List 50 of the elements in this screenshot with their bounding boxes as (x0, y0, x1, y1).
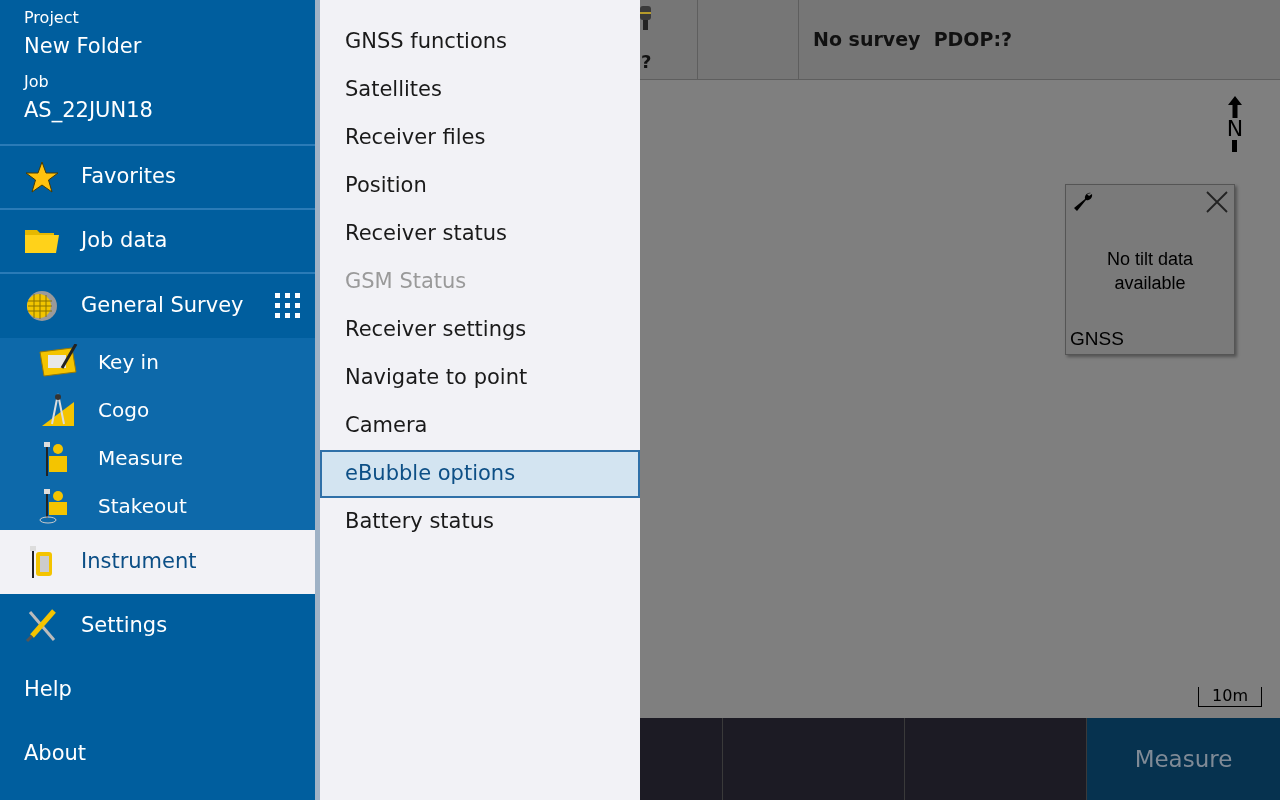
tilt-message: No tilt data available (1105, 248, 1194, 295)
sidebar-item-label: Instrument (81, 548, 197, 576)
sidebar-item[interactable]: General Survey (0, 274, 315, 338)
submenu-item[interactable]: Camera (320, 402, 640, 450)
submenu-item[interactable]: Receiver settings (320, 306, 640, 354)
sidebar-item-label: Cogo (98, 397, 150, 424)
project-name: New Folder (24, 33, 143, 60)
submenu-item[interactable]: Satellites (320, 66, 640, 114)
north-tick-icon (1232, 140, 1238, 152)
tablet-pen-icon (38, 344, 78, 380)
submenu-item[interactable]: eBubble options (320, 450, 640, 498)
sidebar-item[interactable]: Key in (0, 338, 315, 386)
project-label: Project (24, 7, 80, 29)
sidebar-item[interactable]: Measure (0, 434, 315, 482)
app-grid-icon[interactable] (275, 293, 301, 319)
job-name: AS_22JUN18 (24, 97, 154, 125)
north-label: N (1226, 118, 1244, 140)
sidebar-item-label: Measure (98, 445, 183, 472)
sidebar-item-label: Job data (81, 227, 168, 255)
job-label: Job (24, 71, 50, 93)
sidebar-item[interactable]: Stakeout (0, 482, 315, 530)
receiver-reading: ? (641, 50, 652, 74)
close-icon[interactable] (1205, 190, 1229, 214)
sidebar-item-label: General Survey (81, 292, 244, 320)
sidebar-item-label: Settings (81, 612, 168, 640)
submenu-item[interactable]: Battery status (320, 498, 640, 546)
survey-status: No survey PDOP:? (812, 27, 1014, 53)
sidebar-item[interactable]: Job data (0, 210, 315, 274)
sidebar-item-label: Favorites (81, 163, 176, 191)
sidebar-item-label: Help (24, 676, 72, 704)
scale-bar: 10m (1198, 687, 1262, 707)
submenu-item[interactable]: GNSS functions (320, 18, 640, 66)
sidebar-item[interactable]: Instrument (0, 530, 315, 594)
sidebar-item[interactable]: Settings (0, 594, 315, 658)
submenu-item[interactable]: Navigate to point (320, 354, 640, 402)
star-icon (24, 159, 60, 195)
sidebar-item[interactable]: Cogo (0, 386, 315, 434)
map-view[interactable]: N No tilt data available GNSS 10m (640, 80, 1280, 718)
globe-icon (24, 288, 60, 324)
submenu-item[interactable]: Position (320, 162, 640, 210)
sidebar-item-label: About (24, 740, 87, 768)
sidebar-item-label: Stakeout (98, 493, 187, 520)
tilt-source-label: GNSS (1070, 326, 1124, 351)
north-arrow-icon (1228, 96, 1242, 118)
sidebar-item[interactable]: Help (0, 658, 315, 722)
submenu-item[interactable]: Receiver status (320, 210, 640, 258)
sidebar-item[interactable]: About (0, 722, 315, 786)
sidebar-item-label: Key in (98, 349, 159, 376)
sidebar-item[interactable]: Favorites (0, 146, 315, 210)
submenu-item[interactable]: Receiver files (320, 114, 640, 162)
